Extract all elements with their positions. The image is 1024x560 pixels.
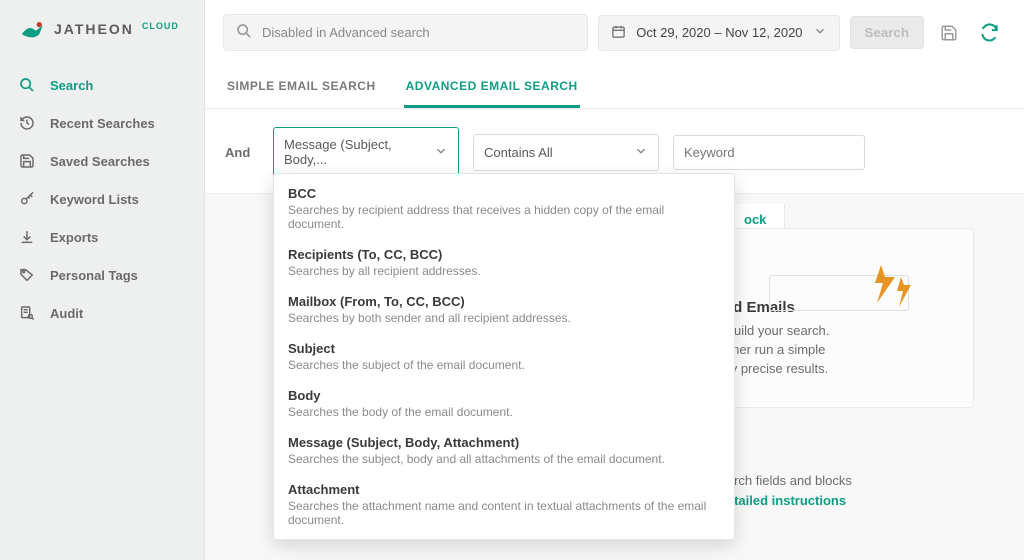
brand-name: JATHEON	[54, 21, 134, 37]
sidebar: JATHEON CLOUD Search Recent Searches Sav…	[0, 0, 205, 560]
query-builder-row: And Message (Subject, Body,... Contains …	[205, 109, 1024, 194]
dropdown-option-attachment[interactable]: Attachment Searches the attachment name …	[274, 474, 734, 535]
sidebar-item-search[interactable]: Search	[0, 66, 204, 104]
operator-select[interactable]: Contains All	[473, 134, 659, 171]
key-icon	[18, 190, 36, 208]
chevron-down-icon	[813, 24, 827, 41]
save-button-icon[interactable]	[934, 18, 964, 48]
dropdown-option-recipients[interactable]: Recipients (To, CC, BCC) Searches by all…	[274, 239, 734, 286]
sidebar-item-label: Search	[50, 78, 93, 93]
nav: Search Recent Searches Saved Searches Ke…	[0, 66, 204, 332]
sidebar-item-label: Personal Tags	[50, 268, 138, 283]
search-tabs: SIMPLE EMAIL SEARCH ADVANCED EMAIL SEARC…	[205, 65, 1024, 109]
calendar-icon	[611, 24, 626, 42]
dropdown-option-title: Attachment	[288, 482, 720, 497]
main: Disabled in Advanced search Oct 29, 2020…	[205, 0, 1024, 560]
dropdown-option-desc: Searches the subject, body and all attac…	[288, 452, 720, 466]
sidebar-item-audit[interactable]: Audit	[0, 294, 204, 332]
global-search-text: Disabled in Advanced search	[262, 25, 430, 40]
dropdown-option-body[interactable]: Body Searches the body of the email docu…	[274, 380, 734, 427]
sidebar-item-label: Keyword Lists	[50, 192, 139, 207]
dropdown-option-desc: Searches by recipient address that recei…	[288, 203, 720, 231]
chevron-down-icon	[434, 144, 448, 161]
dropdown-option-message[interactable]: Message (Subject, Body, Attachment) Sear…	[274, 427, 734, 474]
sidebar-item-recent-searches[interactable]: Recent Searches	[0, 104, 204, 142]
lightning-icon	[871, 263, 913, 316]
dropdown-option-desc: Searches the attachment name and content…	[288, 499, 720, 527]
dropdown-option-subject[interactable]: Subject Searches the subject of the emai…	[274, 333, 734, 380]
download-icon	[18, 228, 36, 246]
topbar: Disabled in Advanced search Oct 29, 2020…	[205, 0, 1024, 65]
dropdown-option-desc: Searches the subject of the email docume…	[288, 358, 720, 372]
dropdown-option-mailbox[interactable]: Mailbox (From, To, CC, BCC) Searches by …	[274, 286, 734, 333]
refresh-button-icon[interactable]	[974, 18, 1004, 48]
sidebar-item-label: Exports	[50, 230, 98, 245]
dropdown-option-desc: Searches by both sender and all recipien…	[288, 311, 720, 325]
dropdown-option-title: Recipients (To, CC, BCC)	[288, 247, 720, 262]
dropdown-option-desc: Searches by all recipient addresses.	[288, 264, 720, 278]
dropdown-option-title: BCC	[288, 186, 720, 201]
dropdown-option-bcc[interactable]: BCC Searches by recipient address that r…	[274, 178, 734, 239]
search-icon	[236, 23, 252, 42]
sidebar-item-label: Saved Searches	[50, 154, 150, 169]
save-icon	[18, 152, 36, 170]
keyword-input[interactable]	[673, 135, 865, 170]
brand-logo: JATHEON CLOUD	[0, 0, 204, 66]
search-button[interactable]: Search	[850, 16, 924, 49]
sidebar-item-exports[interactable]: Exports	[0, 218, 204, 256]
brand-sub: CLOUD	[142, 21, 179, 31]
dropdown-option-desc: Searches the body of the email document.	[288, 405, 720, 419]
tab-advanced-email-search[interactable]: ADVANCED EMAIL SEARCH	[404, 65, 580, 108]
field-dropdown: BCC Searches by recipient address that r…	[273, 173, 735, 540]
field-select[interactable]: Message (Subject, Body,...	[273, 127, 459, 177]
dropdown-option-title: Body	[288, 388, 720, 403]
field-select-value: Message (Subject, Body,...	[284, 137, 434, 167]
tag-icon	[18, 266, 36, 284]
global-search-input: Disabled in Advanced search	[223, 14, 588, 51]
tab-simple-email-search[interactable]: SIMPLE EMAIL SEARCH	[225, 65, 378, 108]
sidebar-item-label: Audit	[50, 306, 83, 321]
history-icon	[18, 114, 36, 132]
date-range-value: Oct 29, 2020 – Nov 12, 2020	[636, 25, 802, 40]
chevron-down-icon	[634, 144, 648, 161]
sidebar-item-label: Recent Searches	[50, 116, 155, 131]
search-icon	[18, 76, 36, 94]
brand-mark-icon	[20, 18, 48, 40]
join-label: And	[225, 145, 259, 160]
sidebar-item-saved-searches[interactable]: Saved Searches	[0, 142, 204, 180]
date-range-picker[interactable]: Oct 29, 2020 – Nov 12, 2020	[598, 15, 839, 51]
dropdown-option-title: Mailbox (From, To, CC, BCC)	[288, 294, 720, 309]
operator-select-value: Contains All	[484, 145, 553, 160]
sidebar-item-keyword-lists[interactable]: Keyword Lists	[0, 180, 204, 218]
sidebar-item-personal-tags[interactable]: Personal Tags	[0, 256, 204, 294]
dropdown-option-title: Subject	[288, 341, 720, 356]
dropdown-option-title: Message (Subject, Body, Attachment)	[288, 435, 720, 450]
audit-icon	[18, 304, 36, 322]
